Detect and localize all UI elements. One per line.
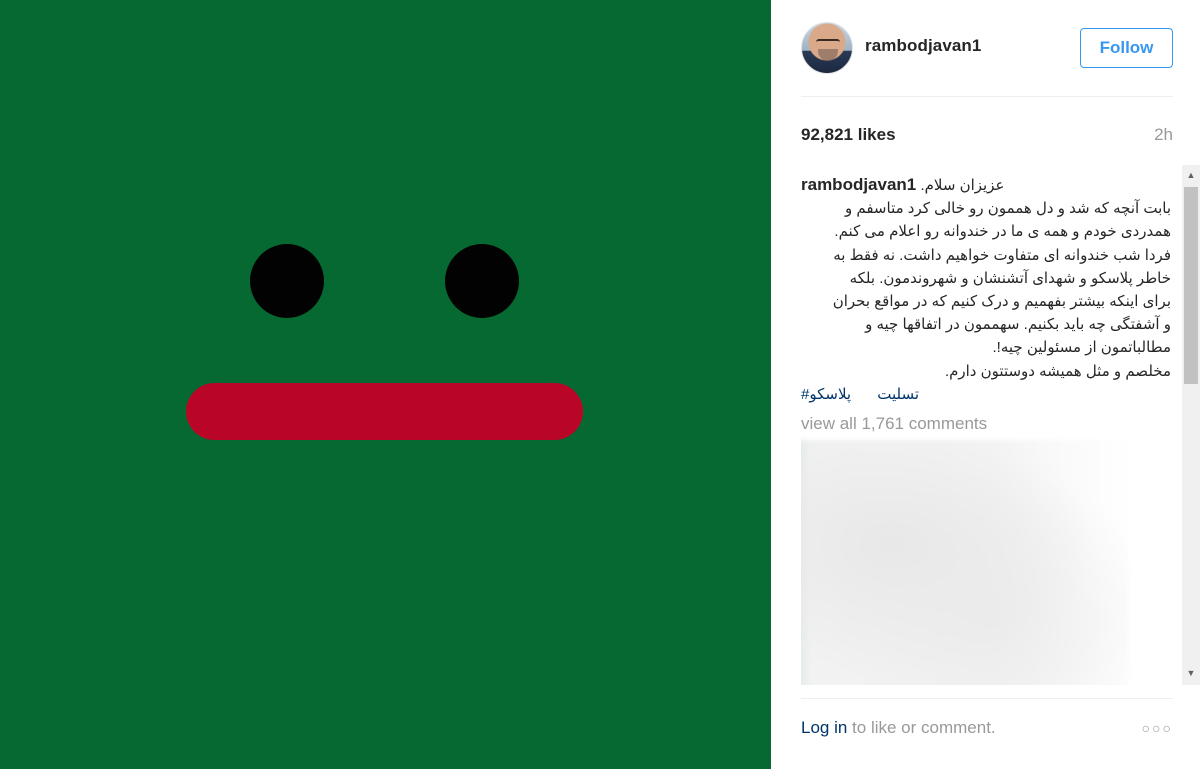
caption-line: مخلصم و مثل همیشه دوستتون دارم. — [944, 362, 1171, 380]
login-prompt: Log in to like or comment. — [801, 718, 996, 738]
caption-line: برای اینکه بیشتر بفهمیم و درک کنیم که در… — [832, 293, 1171, 311]
login-link[interactable]: Log in — [801, 718, 847, 737]
scroll-thumb[interactable] — [1184, 187, 1198, 384]
caption-line: همدردی خودم و همه ی ما در خندوانه رو اعل… — [834, 223, 1171, 241]
blurred-comments-area — [801, 440, 1129, 685]
caption-username-link[interactable]: rambodjavan1 — [801, 175, 916, 194]
caption-line: و آشفتگی چه باید بکنیم. سهممون در اتفاقه… — [865, 316, 1171, 334]
comments-scrollbar[interactable]: ▲ ▼ — [1182, 165, 1200, 685]
caption-line: بابت آنچه که شد و دل هممون رو خالی کرد م… — [844, 200, 1171, 218]
comments-list[interactable]: rambodjavan1 عزیزان سلام. بابت آنچه که ش… — [801, 165, 1187, 685]
username-link[interactable]: rambodjavan1 — [865, 36, 981, 56]
scroll-down-icon[interactable]: ▼ — [1182, 665, 1200, 681]
instagram-post-view: rambodjavan1 Follow 92,821 likes 2h ramb… — [0, 0, 1200, 769]
avatar-glasses-shape — [816, 39, 840, 46]
post-time[interactable]: 2h — [1154, 125, 1173, 145]
mouth-shape — [186, 383, 583, 440]
avatar[interactable] — [801, 22, 853, 74]
post-image[interactable] — [0, 0, 771, 769]
follow-button[interactable]: Follow — [1080, 28, 1173, 68]
hashtag-row: #تسلیت پلاسکو — [801, 383, 1171, 406]
more-dots-icon[interactable]: ○○○ — [1142, 720, 1173, 736]
login-prompt-text: to like or comment. — [847, 718, 996, 737]
caption-line: عزیزان سلام. — [920, 177, 1005, 194]
hashtag-link[interactable]: پلاسکو — [809, 386, 851, 403]
view-all-comments-link[interactable]: view all 1,761 comments — [801, 414, 987, 434]
likes-count[interactable]: 92,821 likes — [801, 125, 896, 145]
caption-line: مطالباتمون از مسئولین چیه!. — [992, 339, 1171, 357]
header-divider — [801, 96, 1173, 97]
left-eye-shape — [250, 244, 324, 318]
footer-divider — [801, 698, 1173, 699]
caption-first-line: rambodjavan1 عزیزان سلام. — [801, 173, 1171, 197]
caption-line: خاطر پلاسکو و شهدای آتشنشان و شهروندمون.… — [849, 269, 1171, 287]
avatar-beard-shape — [818, 49, 838, 61]
post-sidebar: rambodjavan1 Follow 92,821 likes 2h ramb… — [771, 0, 1200, 769]
post-header: rambodjavan1 Follow — [801, 22, 1173, 74]
caption: rambodjavan1 عزیزان سلام. بابت آنچه که ش… — [801, 173, 1171, 406]
right-eye-shape — [445, 244, 519, 318]
caption-line: فردا شب خندوانه ای متفاوت خواهیم داشت. ن… — [833, 246, 1171, 264]
scroll-up-icon[interactable]: ▲ — [1182, 167, 1200, 183]
